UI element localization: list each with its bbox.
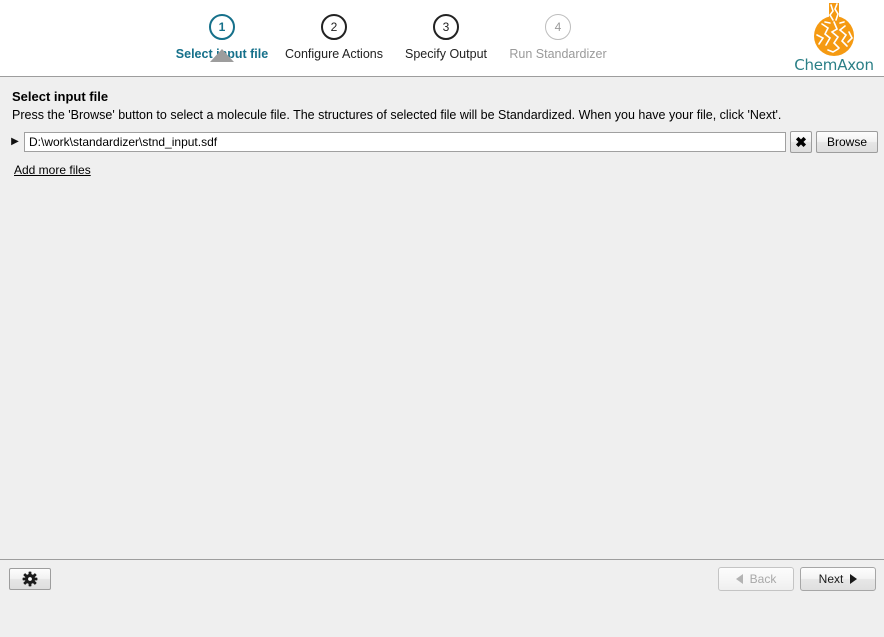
chevron-left-icon	[735, 574, 743, 584]
step-2-label: Configure Actions	[285, 47, 383, 61]
next-button-label: Next	[818, 572, 844, 586]
step-3-label: Specify Output	[405, 47, 487, 61]
add-more-files-link[interactable]: Add more files	[14, 163, 91, 177]
step-3-number: 3	[442, 20, 450, 34]
wizard-steps: 1 Select input file 2 Configure Actions …	[0, 0, 780, 77]
step-2-circle: 2	[321, 14, 347, 40]
wizard-step-2[interactable]: 2 Configure Actions	[278, 0, 390, 61]
gear-icon	[22, 571, 38, 587]
bottom-toolbar: Back Next	[0, 559, 884, 598]
chemaxon-logo-text: ChemAxon	[794, 56, 874, 74]
settings-button[interactable]	[9, 568, 51, 590]
chevron-right-icon	[850, 574, 858, 584]
page-description: Press the 'Browse' button to select a mo…	[12, 108, 782, 122]
step-4-circle: 4	[545, 14, 571, 40]
wizard-step-1[interactable]: 1 Select input file	[166, 0, 278, 62]
chemaxon-logo: ChemAxon	[786, 0, 882, 77]
file-path-input[interactable]	[24, 132, 786, 152]
step-4-number: 4	[554, 20, 562, 34]
flask-icon	[814, 3, 854, 56]
next-button[interactable]: Next	[800, 567, 876, 591]
step-4-label: Run Standardizer	[509, 47, 607, 61]
clear-file-button[interactable]: ✖	[790, 131, 812, 153]
wizard-header: 1 Select input file 2 Configure Actions …	[0, 0, 884, 77]
step-3-circle: 3	[433, 14, 459, 40]
browse-button-label: Browse	[826, 135, 867, 149]
main-content: Select input file Press the 'Browse' but…	[0, 77, 884, 598]
wizard-step-3[interactable]: 3 Specify Output	[390, 0, 502, 61]
step-2-number: 2	[330, 20, 338, 34]
browse-button[interactable]: Browse	[816, 131, 878, 153]
wizard-step-4: 4 Run Standardizer	[502, 0, 614, 61]
triangle-right-icon[interactable]: ▶	[6, 137, 24, 147]
back-button-label: Back	[749, 572, 777, 586]
back-button[interactable]: Back	[718, 567, 794, 591]
page-title: Select input file	[12, 89, 109, 104]
step-1-number: 1	[218, 20, 226, 34]
file-selection-row: ▶ ✖ Browse	[6, 131, 878, 153]
step-1-circle: 1	[209, 14, 235, 40]
current-step-pointer-icon	[210, 49, 234, 62]
close-icon: ✖	[795, 134, 807, 150]
wizard-navigation: Back Next	[718, 567, 876, 591]
